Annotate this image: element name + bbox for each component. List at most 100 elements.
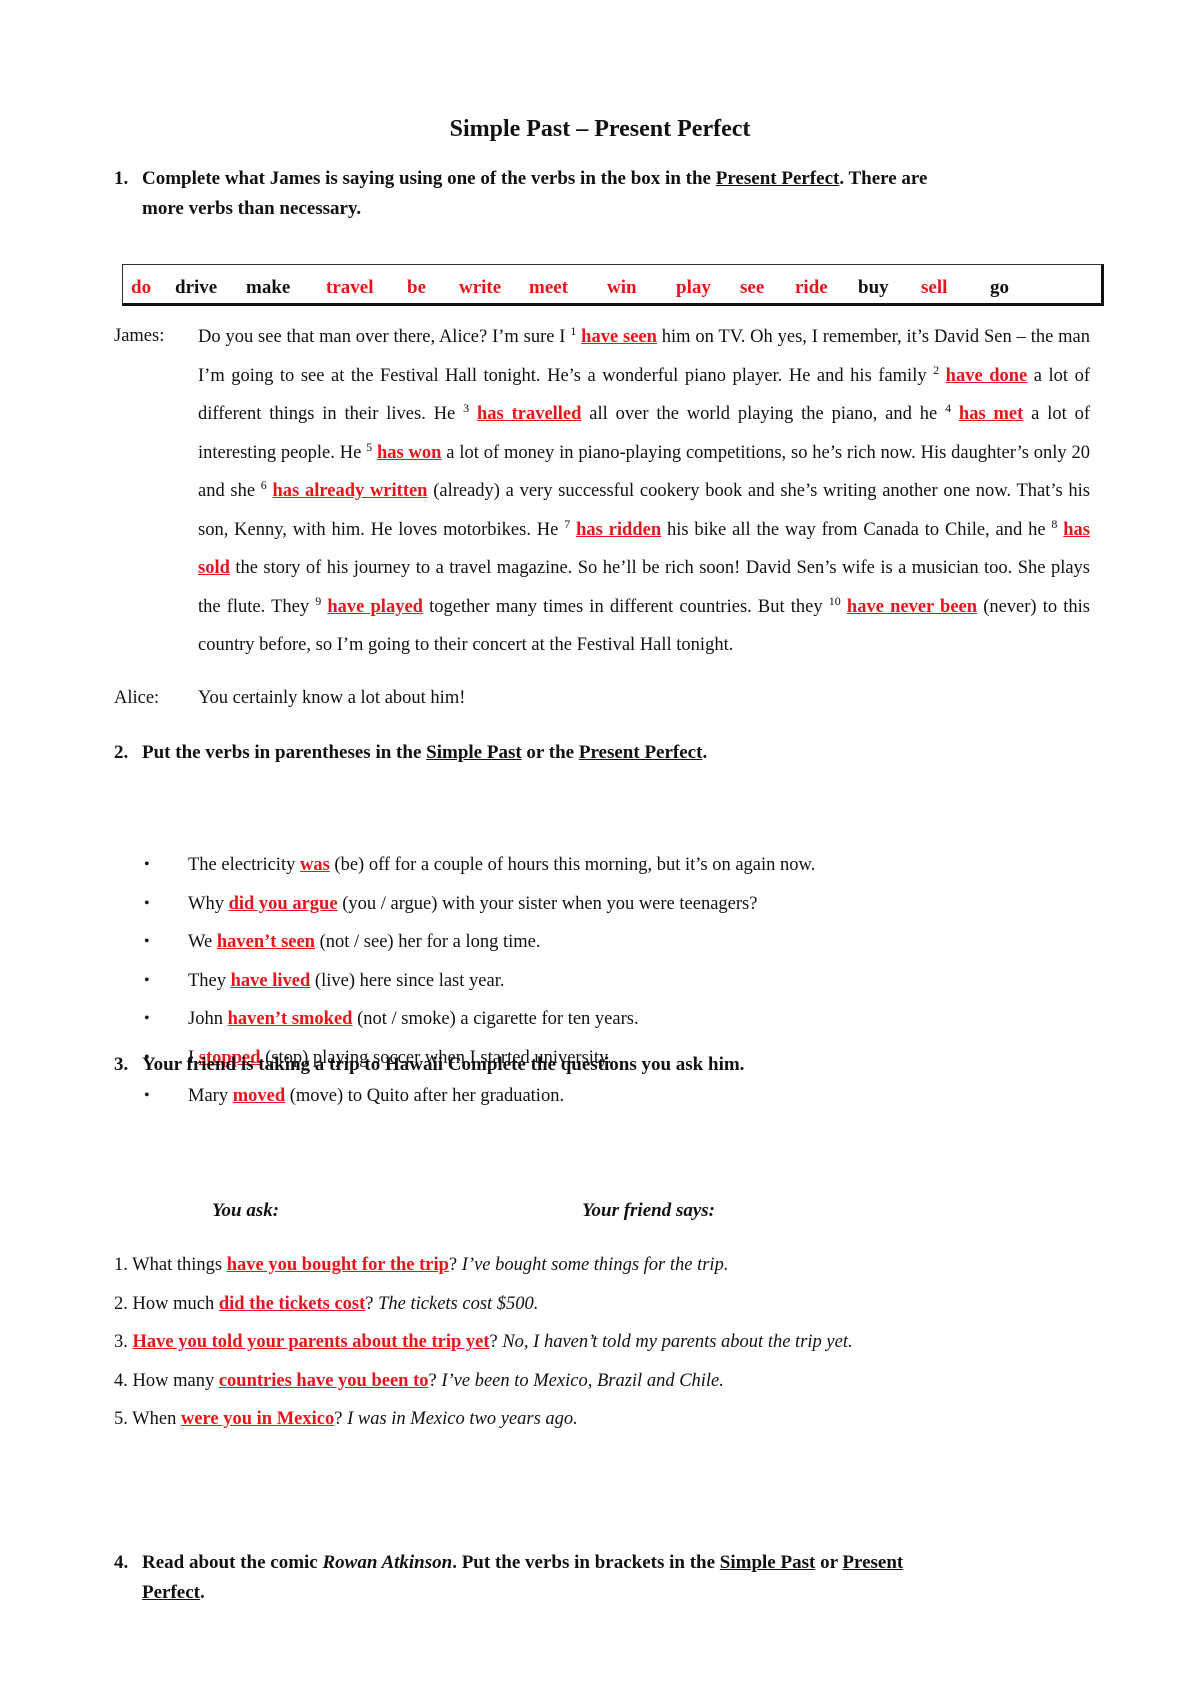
item-text: Why did you argue (you / argue) with you… xyxy=(188,889,757,919)
item-q: ? xyxy=(428,1370,442,1391)
verb-option: ride xyxy=(795,277,828,298)
answer: have never been xyxy=(846,596,978,617)
item-q: ? xyxy=(365,1293,379,1314)
item-q: ? xyxy=(448,1255,462,1275)
column-header-friend-says: Your friend says: xyxy=(582,1200,716,1221)
bullet-icon: • xyxy=(144,971,150,989)
bullet-icon: • xyxy=(144,1087,150,1104)
worksheet-page: Simple Past – Present Perfect 1. Complete… xyxy=(0,0,1200,1698)
list-item: 5. When were you in Mexico? I was in Mex… xyxy=(114,1404,853,1443)
answer: has met xyxy=(958,404,1024,424)
verb-option: travel xyxy=(326,277,374,298)
item-pre: 4. How many xyxy=(114,1370,219,1391)
friend-reply: I was in Mexico two years ago. xyxy=(347,1409,578,1429)
item-pre: 5. When xyxy=(114,1409,181,1429)
friend-reply: No, I haven’t told my parents about the … xyxy=(502,1332,853,1352)
underlined-term: Present Perfect xyxy=(715,168,840,189)
verb-option: meet xyxy=(529,277,569,298)
item-text: We haven’t seen (not / see) her for a lo… xyxy=(188,927,541,957)
answer: did the tickets cost xyxy=(218,1293,366,1314)
verb-option: buy xyxy=(858,277,889,298)
question-3-heading: 3. Your friend is taking a trip to Hawaii… xyxy=(114,1054,745,1075)
blank-number: 6 xyxy=(260,477,267,492)
question-4-heading: 4. Read about the comic Rowan Atkinson. P… xyxy=(114,1552,904,1603)
answer: has won xyxy=(376,442,442,463)
blank-number: 2 xyxy=(933,362,940,377)
answer: Have you told your parents about the tri… xyxy=(132,1332,490,1352)
blank-number: 3 xyxy=(463,400,470,415)
blank-number: 9 xyxy=(315,593,322,608)
item-post: (not / see) her for a long time. xyxy=(314,932,541,952)
item-pre: Mary xyxy=(188,1086,233,1106)
item-pre: We xyxy=(188,932,217,952)
answer: did you argue xyxy=(228,893,338,914)
paragraph-text: Do you see that man over there, Alice? I… xyxy=(198,327,571,347)
blank-number: 1 xyxy=(570,323,577,338)
verb-option: see xyxy=(740,277,765,298)
list-item: 1. What things have you bought for the t… xyxy=(114,1250,853,1289)
item-pre: They xyxy=(188,970,231,991)
item-post: (not / smoke) a cigarette for ten years. xyxy=(352,1009,639,1029)
answer: has already written xyxy=(272,481,428,501)
verb-option: play xyxy=(676,277,711,298)
speaker-label: James: xyxy=(114,326,165,346)
alice-line: You certainly know a lot about him! xyxy=(198,688,466,708)
speaker-label: Alice: xyxy=(114,688,160,708)
question-1-heading: 1. Complete what James is saying using on… xyxy=(114,164,1090,224)
item-q: ? xyxy=(334,1409,348,1429)
bullet-icon: • xyxy=(144,1010,150,1027)
list-item: 2. How much did the tickets cost? The ti… xyxy=(114,1289,853,1328)
answer: has ridden xyxy=(576,519,662,540)
list-item: 4. How many countries have you been to? … xyxy=(114,1366,853,1405)
blank-number: 7 xyxy=(564,516,571,531)
item-text: Mary moved (move) to Quito after her gra… xyxy=(188,1081,564,1111)
bullet-icon: • xyxy=(144,894,150,912)
question-2-heading: 2. Put the verbs in parentheses in the Si… xyxy=(114,742,708,763)
item-text: They have lived (live) here since last y… xyxy=(188,966,504,996)
answer: have lived xyxy=(230,970,311,991)
item-pre: John xyxy=(188,1009,228,1029)
paragraph-text: his bike all the way from Canada to Chil… xyxy=(661,519,1052,540)
item-q: ? xyxy=(489,1332,503,1352)
answer: was xyxy=(299,855,330,875)
verb-option: do xyxy=(131,277,152,298)
item-post: (be) off for a couple of hours this morn… xyxy=(329,855,816,875)
paragraph-text: all over the world playing the piano, an… xyxy=(581,404,946,424)
item-pre: 1. What things xyxy=(114,1255,227,1275)
answer: moved xyxy=(232,1086,286,1106)
answer: have seen xyxy=(581,327,657,347)
verb-option: make xyxy=(246,277,291,298)
answer: countries have you been to xyxy=(218,1370,429,1391)
bullet-icon: • xyxy=(144,856,150,873)
blank-number: 5 xyxy=(366,439,373,454)
answer: have played xyxy=(327,596,423,617)
item-pre: 3. xyxy=(114,1332,133,1352)
page-title: Simple Past – Present Perfect xyxy=(449,116,751,142)
item-pre: 2. How much xyxy=(114,1293,219,1314)
item-pre: Why xyxy=(188,893,229,914)
list-item: 3. Have you told your parents about the … xyxy=(114,1327,853,1366)
verb-option: sell xyxy=(921,277,948,298)
blank-number: 4 xyxy=(945,400,952,415)
answer: have done xyxy=(945,365,1028,386)
friend-reply: I’ve bought some things for the trip. xyxy=(461,1255,729,1275)
column-header-you-ask: You ask: xyxy=(212,1200,280,1221)
james-paragraph: Do you see that man over there, Alice? I… xyxy=(198,318,1090,665)
verb-option: be xyxy=(407,277,426,298)
item-pre: The electricity xyxy=(188,855,300,875)
verb-option: drive xyxy=(175,277,218,298)
item-post: (live) here since last year. xyxy=(310,970,505,991)
friend-reply: The tickets cost $500. xyxy=(378,1293,539,1314)
verb-option: win xyxy=(607,277,637,298)
answer: haven’t smoked xyxy=(227,1009,353,1029)
friend-reply: I’ve been to Mexico, Brazil and Chile. xyxy=(441,1370,724,1391)
item-post: (move) to Quito after her graduation. xyxy=(285,1086,565,1106)
answer: have you bought for the trip xyxy=(226,1255,449,1275)
verb-option: go xyxy=(990,277,1009,298)
item-text: The electricity was (be) off for a coupl… xyxy=(188,850,815,880)
item-text: John haven’t smoked (not / smoke) a ciga… xyxy=(188,1004,639,1034)
blank-number: 10 xyxy=(828,593,841,608)
item-post: (you / argue) with your sister when you … xyxy=(337,893,758,914)
answer: has travelled xyxy=(476,404,582,424)
question-number: 1. xyxy=(114,168,129,189)
